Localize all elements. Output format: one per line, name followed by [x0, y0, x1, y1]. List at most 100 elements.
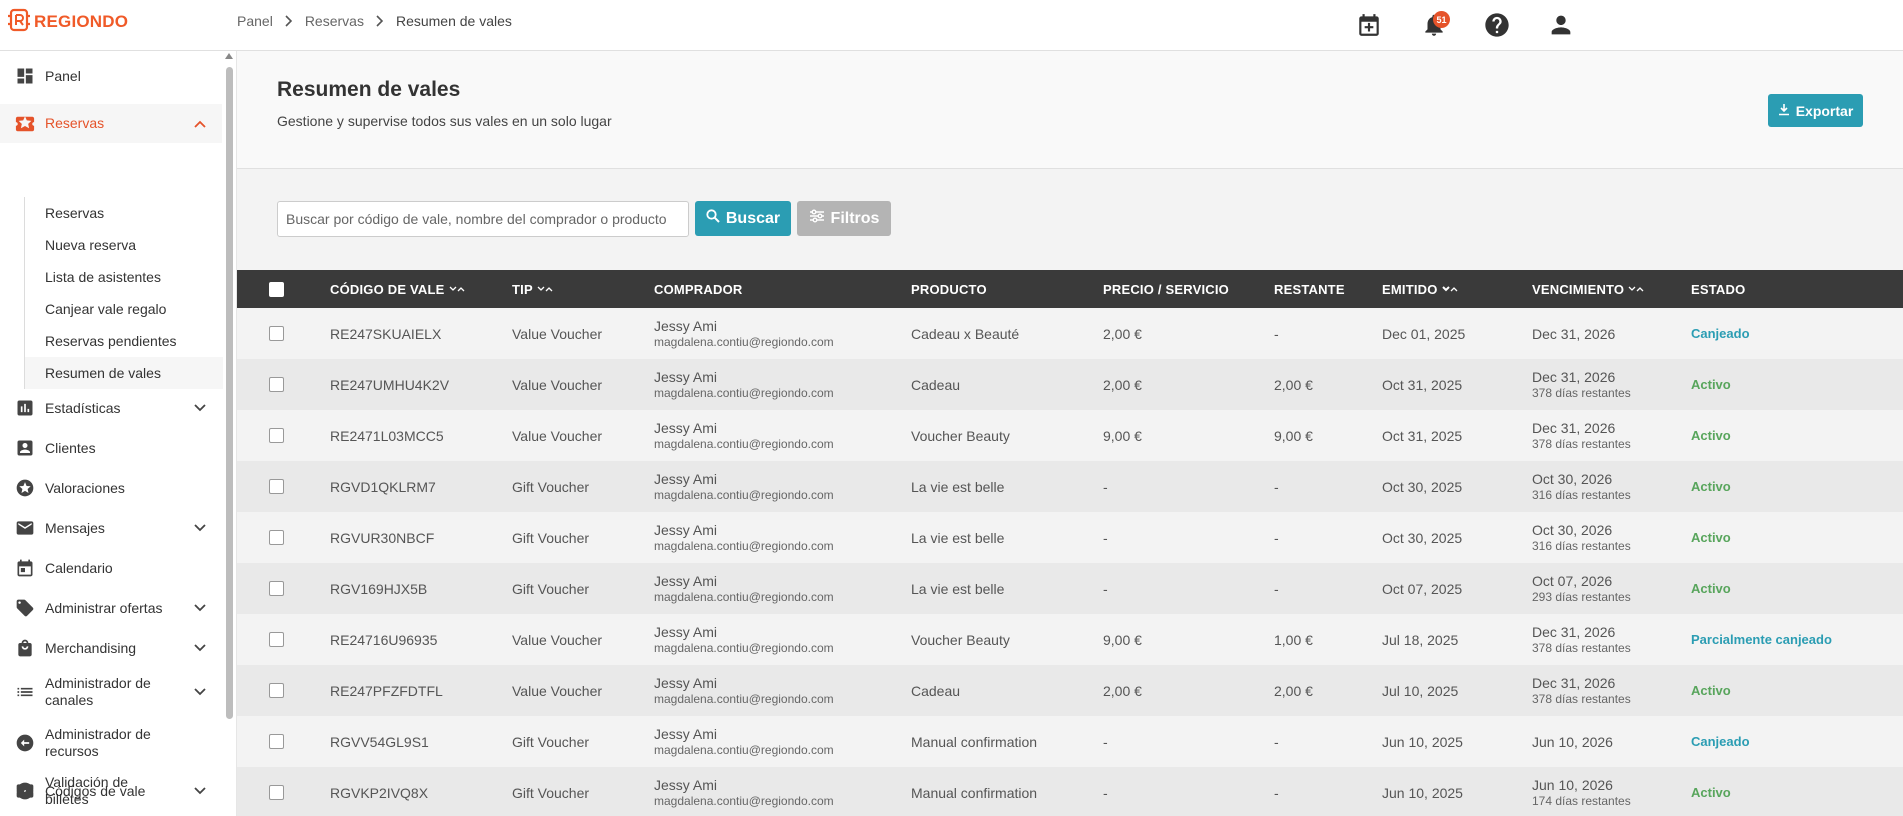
scrollbar-thumb[interactable] [226, 67, 233, 719]
cell-type: Gift Voucher [512, 563, 589, 614]
col-header-expiry[interactable]: VENCIMIENTO [1532, 270, 1644, 308]
cell-code: RGVUR30NBCF [330, 512, 434, 563]
sidebar-item-estadisticas[interactable]: Estadísticas [0, 390, 222, 426]
cell-type-text: Value Voucher [512, 631, 603, 648]
col-header-code[interactable]: CÓDIGO DE VALE [330, 270, 465, 308]
chevron-down-icon[interactable] [190, 781, 210, 801]
table-row[interactable]: RE247PFZFDTFL Value Voucher Jessy Ami magda… [237, 665, 1903, 716]
account-button[interactable] [1543, 8, 1579, 44]
cell-buyer: Jessy Ami magdalena.contiu@regiondo.com [654, 512, 834, 563]
cell-status: Activo [1691, 767, 1731, 816]
row-checkbox[interactable] [269, 767, 284, 816]
sidebar-item-clientes[interactable]: Clientes [0, 430, 222, 466]
chevron-down-icon[interactable] [190, 638, 210, 658]
export-button[interactable]: Exportar [1768, 94, 1863, 127]
submenu-item-nueva-reserva[interactable]: Nueva reserva [25, 229, 223, 261]
cell-price-text: 9,00 € [1103, 631, 1142, 648]
row-checkbox[interactable] [269, 461, 284, 512]
row-checkbox[interactable] [269, 665, 284, 716]
cell-status: Activo [1691, 563, 1731, 614]
search-button[interactable]: Buscar [695, 201, 791, 236]
row-checkbox[interactable] [269, 512, 284, 563]
cell-status: Activo [1691, 512, 1731, 563]
table-row[interactable]: RE247SKUAIELX Value Voucher Jessy Ami magda… [237, 308, 1903, 359]
breadcrumb-reservas[interactable]: Reservas [305, 13, 364, 29]
sidebar-item-mensajes[interactable]: Mensajes [0, 510, 222, 546]
cell-buyer: Jessy Ami magdalena.contiu@regiondo.com [654, 665, 834, 716]
search-input[interactable] [277, 201, 689, 237]
cell-type-text: Gift Voucher [512, 478, 590, 495]
row-checkbox[interactable] [269, 359, 284, 410]
col-header-type[interactable]: TIP [512, 270, 553, 308]
submenu-item-canjear-vale[interactable]: Canjear vale regalo [25, 293, 223, 325]
cell-buyer-subtext: magdalena.contiu@regiondo.com [654, 590, 834, 604]
cell-issued: Oct 31, 2025 [1382, 410, 1462, 461]
sidebar-item-label: Mensajes [45, 519, 105, 536]
cell-buyer-subtext: magdalena.contiu@regiondo.com [654, 335, 834, 349]
submenu-item-reservas-pendientes[interactable]: Reservas pendientes [25, 325, 223, 357]
cell-status-text: Activo [1691, 530, 1731, 545]
cell-product-text: Cadeau [911, 682, 961, 699]
sidebar-item-valoraciones[interactable]: Valoraciones [0, 470, 222, 506]
breadcrumb-panel[interactable]: Panel [237, 13, 273, 29]
help-button[interactable] [1479, 8, 1515, 44]
cell-buyer: Jessy Ami magdalena.contiu@regiondo.com [654, 308, 834, 359]
sidebar-item-calendario[interactable]: Calendario [0, 550, 222, 586]
sidebar-item-merchandising[interactable]: Merchandising [0, 630, 222, 666]
select-all-checkbox[interactable] [269, 270, 284, 308]
regiondo-logo[interactable]: REGIONDO [8, 6, 128, 37]
table-row[interactable]: RE24716U96935 Value Voucher Jessy Ami magda… [237, 614, 1903, 665]
sidebar-item-administrador-recursos[interactable]: Administrador de recursos [0, 721, 222, 765]
table-row[interactable]: RE247UMHU4K2V Value Voucher Jessy Ami magda… [237, 359, 1903, 410]
add-event-button[interactable] [1351, 8, 1387, 44]
row-checkbox[interactable] [269, 563, 284, 614]
cell-issued-text: Oct 31, 2025 [1382, 427, 1463, 444]
col-header-issued[interactable]: EMITIDO [1382, 270, 1458, 308]
sidebar-item-label: Administrar ofertas [45, 599, 163, 616]
table-row[interactable]: RGVKP2IVQ8X Gift Voucher Jessy Ami magdalen… [237, 767, 1903, 816]
cell-buyer-text: Jessy Ami [654, 573, 718, 589]
cell-expiry-text: Dec 31, 2026 [1532, 325, 1616, 342]
notifications-button[interactable]: 51 [1416, 8, 1452, 44]
cell-issued-text: Dec 01, 2025 [1382, 325, 1466, 342]
table-row[interactable]: RGVUR30NBCF Gift Voucher Jessy Ami magdalen… [237, 512, 1903, 563]
cell-price: - [1103, 461, 1108, 512]
table-row[interactable]: RGV169HJX5B Gift Voucher Jessy Ami magdalen… [237, 563, 1903, 614]
sidebar-item-panel[interactable]: Panel [0, 60, 222, 92]
submenu-item-reservas[interactable]: Reservas [25, 197, 223, 229]
table-row[interactable]: RGVD1QKLRM7 Gift Voucher Jessy Ami magdalen… [237, 461, 1903, 512]
cell-product: Cadeau [911, 665, 960, 716]
cell-buyer-subtext: magdalena.contiu@regiondo.com [654, 437, 834, 451]
row-checkbox[interactable] [269, 308, 284, 359]
cell-remaining-text: - [1274, 325, 1279, 342]
cell-product-text: La vie est belle [911, 580, 1005, 597]
sidebar-item-administrar-ofertas[interactable]: Administrar ofertas [0, 590, 222, 626]
table-row[interactable]: RGVV54GL9S1 Gift Voucher Jessy Ami magdalen… [237, 716, 1903, 767]
filter-button[interactable]: Filtros [797, 201, 891, 236]
cell-code-text: RGVD1QKLRM7 [330, 478, 436, 495]
cell-remaining: - [1274, 308, 1279, 359]
sidebar-scrollbar[interactable] [224, 51, 234, 816]
chevron-down-icon[interactable] [190, 398, 210, 418]
cell-issued: Jul 18, 2025 [1382, 614, 1458, 665]
cell-price: 9,00 € [1103, 614, 1142, 665]
submenu-item-resumen-vales[interactable]: Resumen de vales [25, 357, 223, 389]
chevron-up-icon[interactable] [190, 114, 210, 134]
sidebar-item-reservas[interactable]: Reservas [0, 104, 222, 143]
chevron-down-icon[interactable] [190, 598, 210, 618]
table-row[interactable]: RE2471L03MCC5 Value Voucher Jessy Ami magda… [237, 410, 1903, 461]
sidebar-item-label: Clientes [45, 439, 96, 456]
cell-buyer-text: Jessy Ami [654, 420, 718, 436]
cell-expiry-subtext: 316 días restantes [1532, 488, 1631, 502]
row-checkbox[interactable] [269, 614, 284, 665]
sidebar-item-validacion-billetes[interactable]: Validación de billetes [0, 769, 222, 813]
chevron-down-icon[interactable] [190, 682, 210, 702]
cell-issued-text: Jul 10, 2025 [1382, 682, 1459, 699]
row-checkbox[interactable] [269, 716, 284, 767]
submenu-item-lista-asistentes[interactable]: Lista de asistentes [25, 261, 223, 293]
row-checkbox[interactable] [269, 410, 284, 461]
cell-issued-text: Jun 10, 2025 [1382, 733, 1463, 750]
cell-buyer-text: Jessy Ami [654, 675, 718, 691]
sidebar-item-administrador-canales[interactable]: Administrador de canales [0, 670, 222, 714]
chevron-down-icon[interactable] [190, 518, 210, 538]
